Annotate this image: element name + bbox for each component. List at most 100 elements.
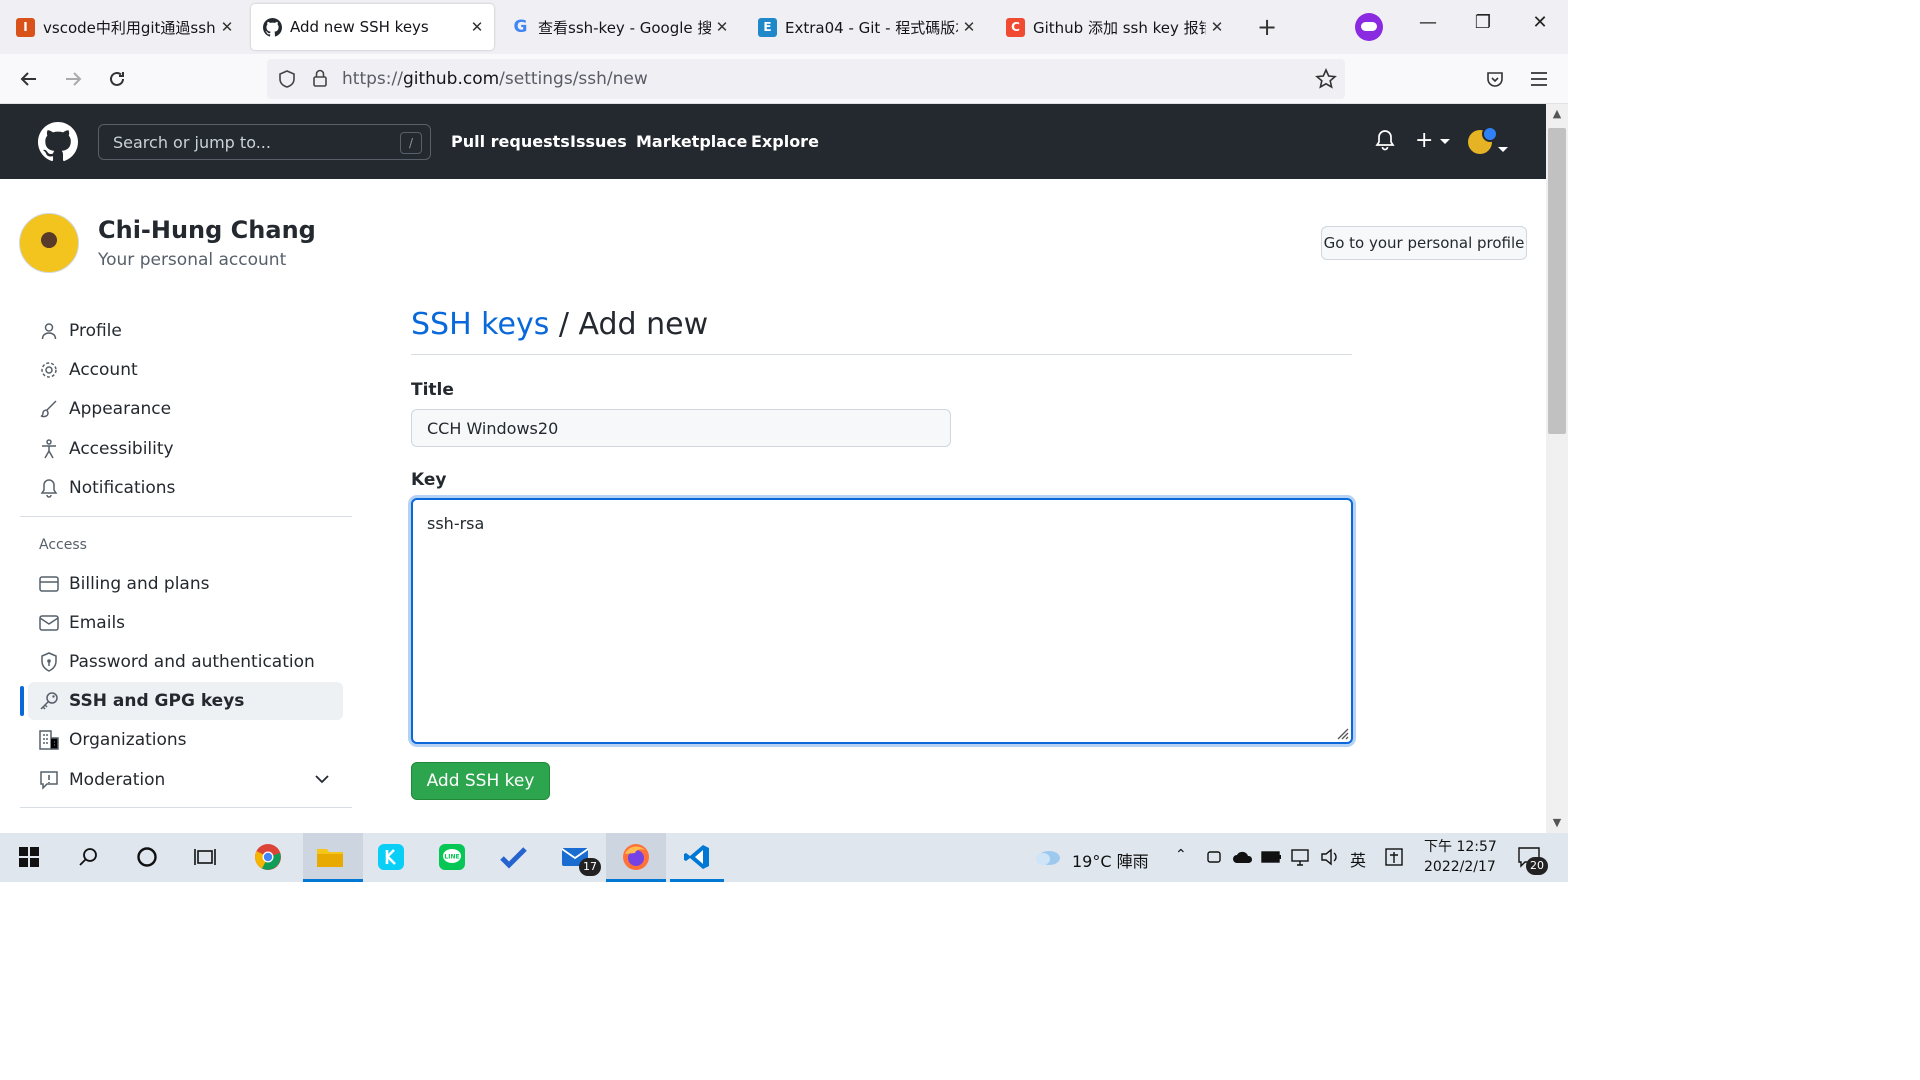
battery-icon[interactable] — [1257, 842, 1287, 872]
close-tab-icon[interactable]: ✕ — [466, 18, 488, 36]
resize-handle-icon[interactable] — [1333, 724, 1349, 740]
browser-tab-google-search[interactable]: G 查看ssh-key - Google 搜尋 ✕ — [499, 4, 739, 50]
nav-issues[interactable]: Issues — [570, 132, 627, 151]
breadcrumb-separator: / — [549, 307, 579, 342]
browser-tab-github-ssh-error[interactable]: C Github 添加 ssh key 报错 ✕ — [994, 4, 1234, 50]
user-avatar-menu[interactable] — [1468, 126, 1498, 154]
ime-pad-icon[interactable] — [1379, 842, 1409, 872]
breadcrumb-current: Add new — [578, 307, 709, 342]
nav-explore[interactable]: Explore — [751, 132, 819, 151]
chevron-down-icon[interactable] — [314, 770, 330, 789]
search-icon[interactable] — [74, 842, 104, 872]
meet-now-icon[interactable] — [1199, 842, 1229, 872]
page-scrollbar[interactable]: ▲ ▼ — [1546, 104, 1568, 833]
todo-checkmark-icon[interactable] — [498, 842, 528, 872]
nav-pull-requests[interactable]: Pull requests — [451, 132, 570, 151]
csdn-favicon-icon: C — [1006, 17, 1025, 37]
sidebar-item-ssh-gpg-keys[interactable]: SSH and GPG keys — [28, 682, 343, 720]
close-tab-icon[interactable]: ✕ — [711, 18, 733, 36]
private-mask-icon[interactable] — [1355, 13, 1383, 41]
show-hidden-icons-chevron-icon[interactable]: ⌃ — [1175, 847, 1187, 863]
close-tab-icon[interactable]: ✕ — [1206, 18, 1228, 36]
notifications-bell-icon[interactable] — [1375, 128, 1395, 156]
sidebar-item-accessibility[interactable]: Accessibility — [28, 430, 343, 468]
network-icon[interactable] — [1286, 842, 1316, 872]
hamburger-menu-icon[interactable] — [1524, 64, 1554, 94]
sidebar-item-label: Appearance — [69, 399, 172, 419]
task-view-icon[interactable] — [190, 842, 220, 872]
sidebar-item-label: Profile — [69, 321, 122, 341]
nav-marketplace[interactable]: Marketplace — [636, 132, 747, 151]
chrome-icon[interactable] — [253, 842, 283, 872]
taskbar-active-indicator — [670, 879, 724, 882]
new-tab-button[interactable]: + — [1254, 14, 1280, 40]
search-placeholder: Search or jump to... — [113, 133, 271, 152]
site-favicon-icon: I — [16, 17, 35, 37]
scroll-down-arrow-icon[interactable]: ▼ — [1546, 813, 1568, 833]
browser-tab-extra04-git[interactable]: E Extra04 - Git - 程式碼版本 ✕ — [746, 4, 986, 50]
close-tab-icon[interactable]: ✕ — [958, 18, 980, 36]
url-text[interactable]: https://github.com/settings/ssh/new — [342, 69, 648, 89]
accessibility-icon — [38, 438, 60, 460]
clock-date[interactable]: 2022/2/17 — [1424, 859, 1496, 875]
account-name[interactable]: Chi-Hung Chang — [98, 216, 316, 244]
avatar-caret-icon[interactable] — [1498, 139, 1508, 158]
firefox-icon[interactable] — [621, 842, 651, 872]
volume-icon[interactable] — [1315, 842, 1345, 872]
windows-start-icon[interactable] — [14, 842, 44, 872]
weather-text[interactable]: 19°C 陣雨 — [1072, 848, 1149, 872]
create-new-dropdown[interactable]: + — [1415, 130, 1451, 152]
gear-icon — [38, 359, 60, 381]
clock-time[interactable]: 下午 12:57 — [1424, 836, 1497, 856]
sidebar-item-billing[interactable]: Billing and plans — [28, 565, 343, 603]
pocket-icon[interactable] — [1480, 64, 1510, 94]
sidebar-item-label: Emails — [69, 613, 126, 633]
cortana-icon[interactable] — [132, 842, 162, 872]
ssh-key-textarea[interactable]: ssh-rsa — [411, 498, 1353, 744]
credit-card-icon — [38, 573, 60, 595]
scroll-up-arrow-icon[interactable]: ▲ — [1546, 104, 1568, 124]
browser-tab-add-ssh-keys[interactable]: Add new SSH keys ✕ — [251, 4, 494, 50]
forward-arrow-icon[interactable] — [58, 64, 88, 94]
github-search-input[interactable]: Search or jump to... / — [98, 124, 431, 160]
browser-tab-vscode-git[interactable]: I vscode中利用git通過ssh連 ✕ — [4, 4, 244, 50]
bookmark-star-icon[interactable] — [1315, 68, 1337, 94]
github-logo-icon[interactable] — [38, 122, 78, 162]
url-scheme: https:// — [342, 69, 403, 89]
line-app-icon[interactable]: LINE — [437, 842, 467, 872]
lock-icon[interactable] — [311, 68, 329, 92]
go-to-profile-button[interactable]: Go to your personal profile — [1321, 226, 1527, 260]
window-close-button[interactable]: ✕ — [1525, 12, 1555, 33]
vscode-icon[interactable] — [682, 842, 712, 872]
onedrive-cloud-icon[interactable] — [1228, 842, 1258, 872]
sidebar-item-password-authentication[interactable]: Password and authentication — [28, 643, 343, 681]
scrollbar-thumb[interactable] — [1548, 128, 1566, 434]
reload-icon[interactable] — [102, 64, 132, 94]
back-arrow-icon[interactable] — [14, 64, 44, 94]
sidebar-item-label: Organizations — [69, 730, 187, 750]
url-bar[interactable]: https://github.com/settings/ssh/new — [267, 59, 1345, 99]
close-tab-icon[interactable]: ✕ — [216, 18, 238, 36]
ssh-key-title-input[interactable] — [411, 409, 951, 447]
add-ssh-key-button[interactable]: Add SSH key — [411, 762, 550, 800]
sidebar-item-account[interactable]: Account — [28, 351, 343, 389]
report-icon — [38, 769, 60, 791]
sidebar-item-profile[interactable]: Profile — [28, 312, 343, 350]
breadcrumb-ssh-keys-link[interactable]: SSH keys — [411, 307, 549, 342]
file-explorer-icon[interactable] — [315, 842, 345, 872]
kkbox-icon[interactable] — [376, 842, 406, 872]
window-restore-button[interactable]: ❐ — [1468, 12, 1498, 33]
weather-cloud-icon[interactable] — [1033, 842, 1063, 872]
sidebar-item-emails[interactable]: Emails — [28, 604, 343, 642]
sidebar-item-notifications[interactable]: Notifications — [28, 469, 343, 507]
window-minimize-button[interactable]: — — [1413, 12, 1443, 33]
github-favicon-icon — [263, 17, 282, 37]
sidebar-item-appearance[interactable]: Appearance — [28, 390, 343, 428]
account-avatar[interactable] — [19, 213, 79, 273]
chevron-down-icon — [1440, 138, 1451, 144]
input-method-indicator[interactable]: 英 — [1350, 847, 1366, 871]
page-title: SSH keys / Add new — [411, 307, 708, 342]
tracking-shield-icon[interactable] — [277, 69, 297, 93]
sidebar-item-organizations[interactable]: Organizations — [28, 721, 343, 759]
sidebar-item-moderation[interactable]: Moderation — [28, 761, 343, 799]
